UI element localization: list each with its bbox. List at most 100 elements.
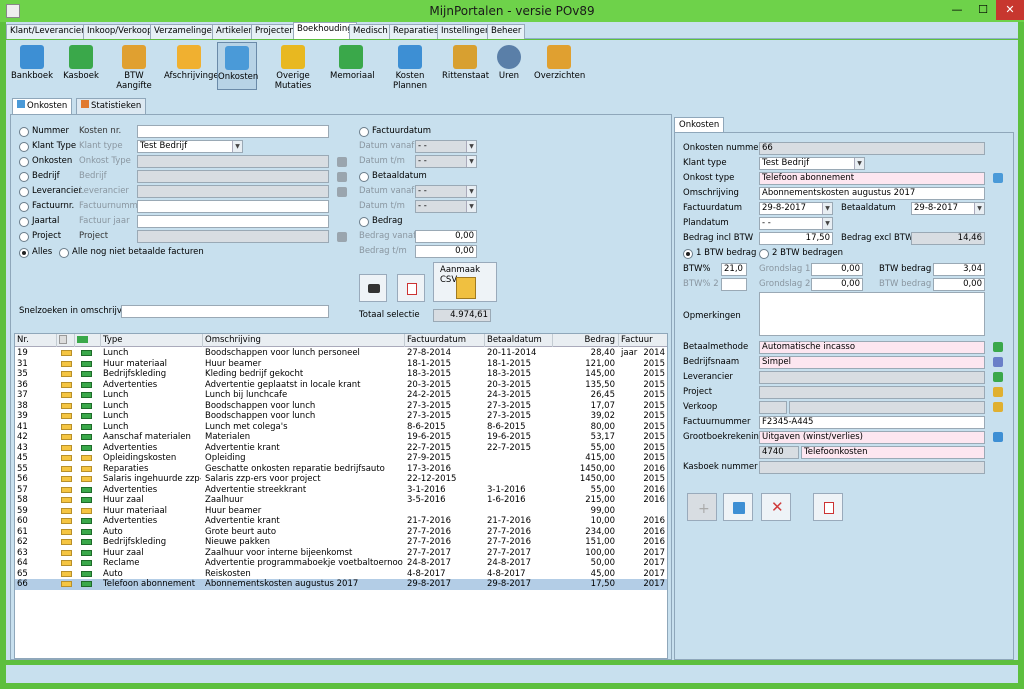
bedrag-incl-input[interactable]: 17,50 [759, 232, 833, 245]
table-row[interactable]: 19 Lunch Boodschappen voor lunch personeel… [15, 348, 667, 359]
radio-1-btw[interactable] [683, 249, 693, 259]
building-icon[interactable] [337, 172, 347, 182]
table-row[interactable]: 39 Lunch Boodschappen voor lunch 27-3-2015 2… [15, 411, 667, 422]
radio-bedrijf[interactable] [19, 172, 29, 182]
radio-2-btw[interactable] [759, 249, 769, 259]
detail-tab-onkosten[interactable]: Onkosten [674, 117, 725, 133]
tab-onkosten[interactable]: Onkosten [12, 98, 73, 114]
kosten-plannen-button[interactable]: Kosten Plannen [380, 42, 440, 91]
grondslag-1-input[interactable]: 0,00 [811, 263, 863, 276]
table-row[interactable]: 61 Auto Grote beurt auto 27-7-2016 27-7-2016… [15, 527, 667, 538]
snelzoeken-input[interactable] [121, 305, 329, 318]
opmerkingen-textarea[interactable] [759, 292, 985, 336]
btw-pct-2-input[interactable] [721, 278, 747, 291]
maximize-button[interactable]: ☐ [970, 0, 996, 20]
menu-klant-leverancier[interactable]: Klant/Leverancier [6, 24, 89, 39]
gear-icon[interactable] [993, 387, 1003, 397]
bedrag-vanaf-input[interactable]: 0,00 [415, 230, 477, 243]
table-row[interactable]: 55 Reparaties Geschatte onkosten reparatie… [15, 464, 667, 475]
book-icon[interactable] [993, 432, 1003, 442]
factuur-datum-vanaf-input[interactable]: - - ▼ [415, 140, 477, 153]
delete-button[interactable] [813, 493, 843, 521]
btw-aangifte-button[interactable]: BTW Aangifte [106, 42, 162, 91]
overzichten-button[interactable]: Overzichten [534, 42, 585, 90]
col-bedrag[interactable]: Bedrag [553, 334, 619, 347]
lock-icon[interactable] [337, 187, 347, 197]
leverancier-input[interactable] [137, 185, 329, 198]
search-button[interactable] [359, 274, 387, 302]
menu-inkoop-verkoop[interactable]: Inkoop/Verkoop [83, 24, 157, 39]
tag-icon[interactable] [337, 157, 347, 167]
onkosten-button[interactable]: Onkosten [217, 42, 258, 90]
table-row[interactable]: 66 Telefoon abonnement Abonnementskosten a… [15, 579, 667, 590]
menu-beheer[interactable]: Beheer [487, 24, 526, 39]
col-factuur-jaar[interactable]: Factuur jaar [619, 334, 667, 358]
tab-statistieken[interactable]: Statistieken [76, 98, 147, 114]
verkoop-value[interactable] [759, 401, 787, 414]
menu-instellingen[interactable]: Instellingen [437, 24, 495, 39]
menu-projecten[interactable]: Projecten [251, 24, 299, 39]
grondslag-2-input[interactable]: 0,00 [811, 278, 863, 291]
save-button[interactable] [723, 493, 753, 521]
factuur-datum-tm-input[interactable]: - - ▼ [415, 155, 477, 168]
col-nr[interactable]: Nr. [15, 334, 57, 347]
col-paid-icon[interactable] [75, 334, 101, 347]
chevron-down-icon[interactable]: ▼ [854, 158, 864, 169]
afschrijvingen-button[interactable]: Afschrijvingen [164, 42, 224, 90]
table-row[interactable]: 42 Aanschaf materialen Materialen 19-6-2015… [15, 432, 667, 443]
table-row[interactable]: 45 Opleidingskosten Opleiding 27-9-2015 415,… [15, 453, 667, 464]
memoriaal-button[interactable]: Memoriaal [330, 42, 375, 90]
chevron-down-icon[interactable]: ▼ [466, 201, 476, 212]
table-row[interactable]: 31 Huur materiaal Huur beamer 18-1-2015 18-1… [15, 359, 667, 370]
table-row[interactable]: 62 Bedrijfskleding Nieuwe pakken 27-7-2016 2… [15, 537, 667, 548]
btw-bedrag-2-input[interactable]: 0,00 [933, 278, 985, 291]
uren-button[interactable]: Uren [494, 42, 524, 90]
factuurnummer-input[interactable] [137, 200, 329, 213]
project-input[interactable] [137, 230, 329, 243]
radio-klant-type[interactable] [19, 142, 29, 152]
menu-medisch[interactable]: Medisch [349, 24, 392, 39]
table-row[interactable]: 36 Advertenties Advertentie geplaatst in l… [15, 380, 667, 391]
col-omschrijving[interactable]: Omschrijving [203, 334, 405, 347]
tag-icon[interactable] [993, 173, 1003, 183]
bedrijf-input[interactable] [137, 170, 329, 183]
radio-jaartal[interactable] [19, 217, 29, 227]
chevron-down-icon[interactable]: ▼ [466, 156, 476, 167]
money-icon[interactable] [993, 342, 1003, 352]
klant-type-select[interactable]: Test Bedrijf ▼ [137, 140, 243, 153]
project-value[interactable] [759, 386, 985, 399]
col-betaaldatum[interactable]: Betaaldatum [485, 334, 553, 347]
table-row[interactable]: 41 Lunch Lunch met colega's 8-6-2015 8-6-201… [15, 422, 667, 433]
table-row[interactable]: 57 Advertenties Advertentie streekkrant 3-1… [15, 485, 667, 496]
col-type[interactable]: Type [101, 334, 203, 347]
cancel-button[interactable]: ✕ [761, 493, 791, 521]
radio-nummer[interactable] [19, 127, 29, 137]
bedrijfsnaam-value[interactable]: Simpel [759, 356, 985, 369]
factuurnummer-input[interactable]: F2345-A445 [759, 416, 985, 429]
radio-niet-betaald[interactable] [59, 248, 69, 258]
klant-type-select[interactable]: Test Bedrijf ▼ [759, 157, 865, 170]
omschrijving-input[interactable]: Abonnementskosten augustus 2017 [759, 187, 985, 200]
bankboek-button[interactable]: Bankboek [10, 42, 54, 90]
radio-onkosten[interactable] [19, 157, 29, 167]
table-row[interactable]: 58 Huur zaal Zaalhuur 3-5-2016 1-6-2016 215,0… [15, 495, 667, 506]
table-row[interactable]: 35 Bedrijfskleding Kleding bedrijf gekocht… [15, 369, 667, 380]
chevron-down-icon[interactable]: ▼ [974, 203, 984, 214]
table-row[interactable]: 63 Huur zaal Zaalhuur voor interne bijeenk… [15, 548, 667, 559]
radio-factuurnr[interactable] [19, 202, 29, 212]
radio-factuurdatum[interactable] [359, 127, 369, 137]
onkost-type-input[interactable] [137, 155, 329, 168]
chevron-down-icon[interactable]: ▼ [822, 218, 832, 229]
betaaldatum-input[interactable]: 29-8-2017 ▼ [911, 202, 985, 215]
menu-verzamelingen[interactable]: Verzamelingen [150, 24, 222, 39]
table-row[interactable]: 56 Salaris ingehuurde zzp-ers Salaris zzp-… [15, 474, 667, 485]
table-row[interactable]: 43 Advertenties Advertentie krant 22-7-2015… [15, 443, 667, 454]
kasboek-button[interactable]: Kasboek [60, 42, 102, 90]
grootboek-value[interactable]: Uitgaven (winst/verlies) [759, 431, 985, 444]
btw-bedrag-input[interactable]: 3,04 [933, 263, 985, 276]
plandatum-input[interactable]: - - ▼ [759, 217, 833, 230]
radio-project[interactable] [19, 232, 29, 242]
betaal-datum-tm-input[interactable]: - - ▼ [415, 200, 477, 213]
clear-filter-button[interactable] [397, 274, 425, 302]
csv-button[interactable]: Aanmaak CSV [433, 262, 497, 302]
